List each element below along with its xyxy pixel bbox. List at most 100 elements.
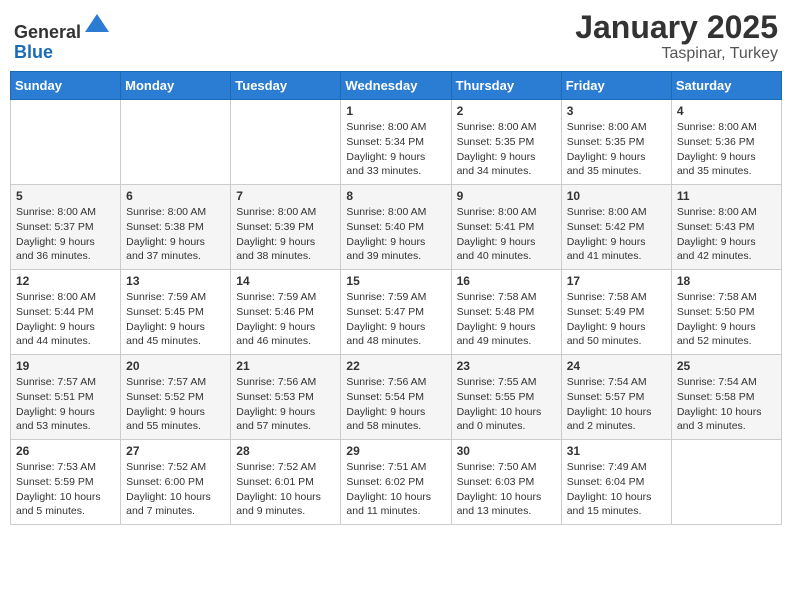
day-number: 27: [126, 444, 225, 458]
day-number: 3: [567, 104, 666, 118]
day-number: 16: [457, 274, 556, 288]
day-info: Sunrise: 7:53 AMSunset: 5:59 PMDaylight:…: [16, 460, 115, 519]
day-number: 13: [126, 274, 225, 288]
day-info: Sunrise: 8:00 AMSunset: 5:39 PMDaylight:…: [236, 205, 335, 264]
calendar-cell: [11, 100, 121, 185]
calendar-cell: 16 Sunrise: 7:58 AMSunset: 5:48 PMDayligh…: [451, 270, 561, 355]
calendar-cell: 23 Sunrise: 7:55 AMSunset: 5:55 PMDayligh…: [451, 355, 561, 440]
day-number: 18: [677, 274, 776, 288]
day-header-friday: Friday: [561, 72, 671, 100]
day-info: Sunrise: 7:58 AMSunset: 5:49 PMDaylight:…: [567, 290, 666, 349]
week-row-5: 26Sunrise: 7:53 AMSunset: 5:59 PMDayligh…: [11, 440, 782, 525]
day-number: 10: [567, 189, 666, 203]
day-info: Sunrise: 7:54 AMSunset: 5:57 PMDaylight:…: [567, 375, 666, 434]
day-info: Sunrise: 8:00 AMSunset: 5:44 PMDaylight:…: [16, 290, 115, 349]
day-number: 8: [346, 189, 445, 203]
day-info: Sunrise: 8:00 AMSunset: 5:35 PMDaylight:…: [567, 120, 666, 179]
day-info: Sunrise: 8:00 AMSunset: 5:43 PMDaylight:…: [677, 205, 776, 264]
day-number: 15: [346, 274, 445, 288]
calendar-cell: 3 Sunrise: 8:00 AMSunset: 5:35 PMDaylight…: [561, 100, 671, 185]
day-info: Sunrise: 7:51 AMSunset: 6:02 PMDaylight:…: [346, 460, 445, 519]
calendar-cell: 20 Sunrise: 7:57 AMSunset: 5:52 PMDayligh…: [121, 355, 231, 440]
page-header: General Blue January 2025 Taspinar, Turk…: [10, 10, 782, 63]
day-header-tuesday: Tuesday: [231, 72, 341, 100]
day-number: 21: [236, 359, 335, 373]
day-info: Sunrise: 8:00 AMSunset: 5:42 PMDaylight:…: [567, 205, 666, 264]
day-info: Sunrise: 8:00 AMSunset: 5:37 PMDaylight:…: [16, 205, 115, 264]
week-row-1: 1 Sunrise: 8:00 AMSunset: 5:34 PMDaylight…: [11, 100, 782, 185]
day-info: Sunrise: 8:00 AMSunset: 5:34 PMDaylight:…: [346, 120, 445, 179]
logo-blue-text: Blue: [14, 42, 53, 62]
day-number: 4: [677, 104, 776, 118]
day-number: 12: [16, 274, 115, 288]
day-info: Sunrise: 7:52 AMSunset: 6:01 PMDaylight:…: [236, 460, 335, 519]
calendar-cell: 26Sunrise: 7:53 AMSunset: 5:59 PMDayligh…: [11, 440, 121, 525]
day-number: 1: [346, 104, 445, 118]
calendar-cell: 17Sunrise: 7:58 AMSunset: 5:49 PMDayligh…: [561, 270, 671, 355]
day-number: 14: [236, 274, 335, 288]
day-number: 5: [16, 189, 115, 203]
week-row-3: 12 Sunrise: 8:00 AMSunset: 5:44 PMDayligh…: [11, 270, 782, 355]
day-info: Sunrise: 7:55 AMSunset: 5:55 PMDaylight:…: [457, 375, 556, 434]
calendar-cell: 24Sunrise: 7:54 AMSunset: 5:57 PMDayligh…: [561, 355, 671, 440]
calendar-cell: [671, 440, 781, 525]
day-info: Sunrise: 7:58 AMSunset: 5:48 PMDaylight:…: [457, 290, 556, 349]
logo-general-text: General: [14, 22, 81, 42]
day-number: 22: [346, 359, 445, 373]
calendar-cell: [231, 100, 341, 185]
day-info: Sunrise: 7:57 AMSunset: 5:51 PMDaylight:…: [16, 375, 115, 434]
day-number: 20: [126, 359, 225, 373]
day-info: Sunrise: 7:54 AMSunset: 5:58 PMDaylight:…: [677, 375, 776, 434]
calendar-cell: 21Sunrise: 7:56 AMSunset: 5:53 PMDayligh…: [231, 355, 341, 440]
calendar-cell: 6 Sunrise: 8:00 AMSunset: 5:38 PMDaylight…: [121, 185, 231, 270]
calendar-cell: 1 Sunrise: 8:00 AMSunset: 5:34 PMDaylight…: [341, 100, 451, 185]
calendar-table: SundayMondayTuesdayWednesdayThursdayFrid…: [10, 71, 782, 525]
calendar-cell: 30Sunrise: 7:50 AMSunset: 6:03 PMDayligh…: [451, 440, 561, 525]
day-info: Sunrise: 7:59 AMSunset: 5:47 PMDaylight:…: [346, 290, 445, 349]
day-info: Sunrise: 8:00 AMSunset: 5:41 PMDaylight:…: [457, 205, 556, 264]
calendar-cell: 11 Sunrise: 8:00 AMSunset: 5:43 PMDayligh…: [671, 185, 781, 270]
calendar-cell: 13 Sunrise: 7:59 AMSunset: 5:45 PMDayligh…: [121, 270, 231, 355]
logo-icon: [83, 10, 111, 38]
day-number: 28: [236, 444, 335, 458]
day-number: 6: [126, 189, 225, 203]
day-number: 19: [16, 359, 115, 373]
calendar-cell: 29 Sunrise: 7:51 AMSunset: 6:02 PMDayligh…: [341, 440, 451, 525]
day-info: Sunrise: 8:00 AMSunset: 5:36 PMDaylight:…: [677, 120, 776, 179]
calendar-cell: 4 Sunrise: 8:00 AMSunset: 5:36 PMDaylight…: [671, 100, 781, 185]
day-info: Sunrise: 8:00 AMSunset: 5:40 PMDaylight:…: [346, 205, 445, 264]
day-number: 23: [457, 359, 556, 373]
day-number: 31: [567, 444, 666, 458]
day-number: 9: [457, 189, 556, 203]
calendar-cell: 31Sunrise: 7:49 AMSunset: 6:04 PMDayligh…: [561, 440, 671, 525]
calendar-cell: 9 Sunrise: 8:00 AMSunset: 5:41 PMDaylight…: [451, 185, 561, 270]
calendar-cell: 10 Sunrise: 8:00 AMSunset: 5:42 PMDayligh…: [561, 185, 671, 270]
month-title: January 2025: [575, 10, 778, 45]
calendar-cell: 14Sunrise: 7:59 AMSunset: 5:46 PMDayligh…: [231, 270, 341, 355]
day-number: 29: [346, 444, 445, 458]
calendar-cell: 7 Sunrise: 8:00 AMSunset: 5:39 PMDaylight…: [231, 185, 341, 270]
logo: General Blue: [14, 10, 111, 63]
day-info: Sunrise: 7:58 AMSunset: 5:50 PMDaylight:…: [677, 290, 776, 349]
day-number: 7: [236, 189, 335, 203]
day-info: Sunrise: 7:59 AMSunset: 5:45 PMDaylight:…: [126, 290, 225, 349]
day-info: Sunrise: 7:56 AMSunset: 5:54 PMDaylight:…: [346, 375, 445, 434]
calendar-cell: 28 Sunrise: 7:52 AMSunset: 6:01 PMDayligh…: [231, 440, 341, 525]
calendar-cell: 5 Sunrise: 8:00 AMSunset: 5:37 PMDaylight…: [11, 185, 121, 270]
day-number: 2: [457, 104, 556, 118]
day-info: Sunrise: 7:57 AMSunset: 5:52 PMDaylight:…: [126, 375, 225, 434]
calendar-cell: [121, 100, 231, 185]
day-header-sunday: Sunday: [11, 72, 121, 100]
day-number: 25: [677, 359, 776, 373]
title-block: January 2025 Taspinar, Turkey: [575, 10, 778, 63]
day-number: 11: [677, 189, 776, 203]
calendar-cell: 2Sunrise: 8:00 AMSunset: 5:35 PMDaylight…: [451, 100, 561, 185]
day-info: Sunrise: 8:00 AMSunset: 5:38 PMDaylight:…: [126, 205, 225, 264]
calendar-cell: 8 Sunrise: 8:00 AMSunset: 5:40 PMDaylight…: [341, 185, 451, 270]
day-info: Sunrise: 7:50 AMSunset: 6:03 PMDaylight:…: [457, 460, 556, 519]
day-info: Sunrise: 7:52 AMSunset: 6:00 PMDaylight:…: [126, 460, 225, 519]
calendar-cell: 27 Sunrise: 7:52 AMSunset: 6:00 PMDayligh…: [121, 440, 231, 525]
calendar-cell: 22 Sunrise: 7:56 AMSunset: 5:54 PMDayligh…: [341, 355, 451, 440]
calendar-cell: 19 Sunrise: 7:57 AMSunset: 5:51 PMDayligh…: [11, 355, 121, 440]
week-row-4: 19 Sunrise: 7:57 AMSunset: 5:51 PMDayligh…: [11, 355, 782, 440]
